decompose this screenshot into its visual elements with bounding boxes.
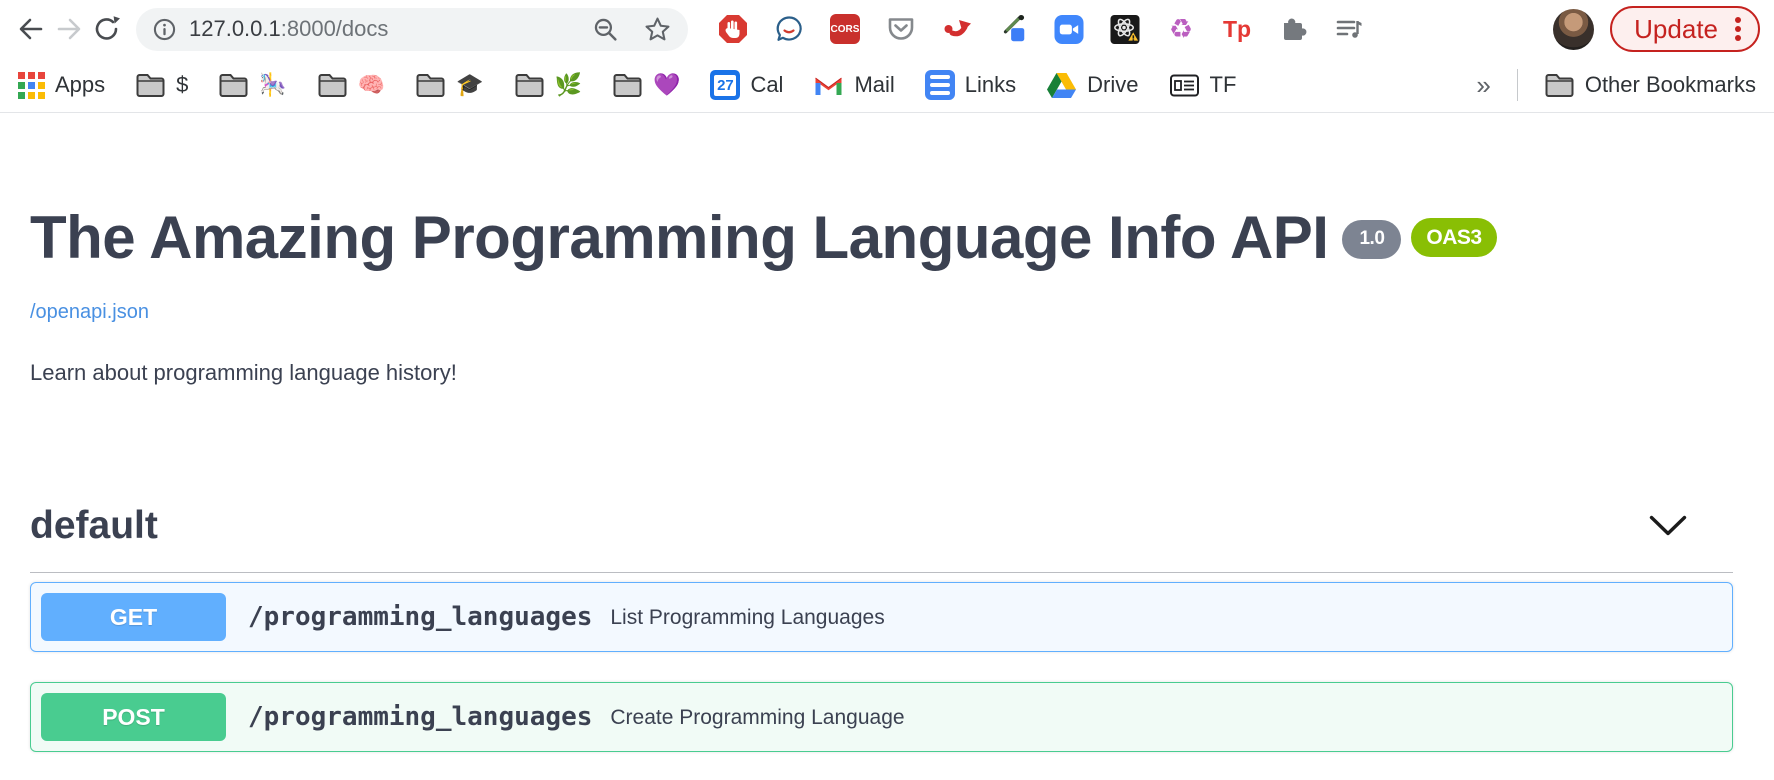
bookmark-apps[interactable]: Apps — [18, 72, 105, 99]
version-badge: 1.0 — [1342, 220, 1401, 259]
api-info-block: The Amazing Programming Language Info AP… — [30, 205, 1733, 386]
operation-summary: List Programming Languages — [610, 604, 884, 630]
section-default-header[interactable]: default — [30, 504, 1733, 548]
operation-post-programming-languages[interactable]: POST /programming_languages Create Progr… — [30, 682, 1733, 752]
address-bar[interactable]: 127.0.0.1:8000/docs — [136, 8, 688, 51]
method-badge-post: POST — [41, 693, 226, 741]
bookmark-folder-dollar[interactable]: $ — [135, 72, 188, 98]
browser-toolbar: 127.0.0.1:8000/docs — [0, 0, 1774, 58]
toolbar-right-group: Update — [1553, 6, 1760, 52]
method-badge-get: GET — [41, 593, 226, 641]
folder-icon — [415, 73, 446, 98]
bookmark-label: 🧠 — [358, 72, 385, 98]
recycle-extension-icon[interactable]: ♻ — [1166, 14, 1196, 44]
bookmark-folder-brain[interactable]: 🧠 — [317, 72, 385, 98]
bookmark-label: Other Bookmarks — [1585, 72, 1756, 98]
page-title: The Amazing Programming Language Info AP… — [30, 205, 1733, 271]
bookmark-label: TF — [1210, 72, 1237, 98]
bookmark-label: Drive — [1087, 72, 1138, 98]
music-playlist-extension-icon[interactable] — [1334, 14, 1364, 44]
chrome-update-button[interactable]: Update — [1610, 6, 1760, 52]
bookmark-label: 🎓 — [456, 72, 483, 98]
other-bookmarks-folder[interactable]: Other Bookmarks — [1544, 72, 1756, 98]
calendar-day: 27 — [714, 75, 736, 96]
colorzilla-eyedropper-icon[interactable] — [998, 14, 1028, 44]
operation-path: /programming_languages — [248, 702, 592, 732]
bookmarks-divider — [1517, 69, 1518, 101]
bookmark-label: 🎠 — [259, 72, 286, 98]
api-description: Learn about programming language history… — [30, 360, 1733, 386]
bookmarks-overflow-chevron[interactable]: » — [1476, 70, 1490, 101]
bookmark-drive[interactable]: Drive — [1046, 72, 1138, 99]
links-list-icon — [925, 70, 955, 100]
bookmark-folder-graduation[interactable]: 🎓 — [415, 72, 483, 98]
google-drive-icon — [1046, 72, 1077, 99]
bookmark-label: Cal — [750, 72, 783, 98]
bookmark-label: 💜 — [653, 72, 680, 98]
gmail-icon — [813, 73, 844, 97]
extensions-strip: CORS — [718, 14, 1364, 44]
back-button[interactable] — [12, 10, 50, 48]
reload-button[interactable] — [88, 10, 126, 48]
teleparty-extension-icon[interactable]: Tp — [1222, 14, 1252, 44]
folder-icon — [317, 73, 348, 98]
openapi-spec-link[interactable]: /openapi.json — [30, 301, 149, 324]
oas3-badge: OAS3 — [1411, 218, 1496, 257]
bookmark-label: 🌿 — [555, 72, 582, 98]
bookmark-calendar[interactable]: 27 Cal — [710, 70, 783, 100]
zoom-level-icon[interactable] — [592, 16, 619, 43]
bookmark-folder-herb[interactable]: 🌿 — [514, 72, 582, 98]
folder-icon — [135, 73, 166, 98]
url-host: 127.0.0.1 — [189, 16, 281, 41]
folder-icon — [612, 73, 643, 98]
zoom-video-extension-icon[interactable] — [1054, 14, 1084, 44]
bookmark-star-icon[interactable] — [643, 15, 672, 44]
adblock-stop-hand-icon[interactable] — [718, 14, 748, 44]
react-devtools-extension-icon[interactable] — [1110, 14, 1140, 44]
pocket-extension-icon[interactable] — [886, 14, 916, 44]
bookmark-links[interactable]: Links — [925, 70, 1016, 100]
bookmark-folder-purple-heart[interactable]: 💜 — [612, 72, 680, 98]
bookmark-folder-carousel[interactable]: 🎠 — [218, 72, 286, 98]
folder-icon — [218, 73, 249, 98]
operation-get-programming-languages[interactable]: GET /programming_languages List Programm… — [30, 582, 1733, 652]
bookmark-label: Mail — [854, 72, 894, 98]
profile-avatar[interactable] — [1553, 9, 1594, 50]
cors-extension-icon[interactable]: CORS — [830, 14, 860, 44]
chevron-down-icon[interactable] — [1649, 515, 1687, 537]
bookmark-label: Links — [965, 72, 1016, 98]
folder-icon — [514, 73, 545, 98]
google-calendar-icon: 27 — [710, 70, 740, 100]
bookmark-mail[interactable]: Mail — [813, 72, 894, 98]
operation-path: /programming_languages — [248, 602, 592, 632]
forward-arrow-icon — [53, 13, 85, 45]
bookmark-tf[interactable]: TF — [1169, 72, 1237, 98]
bookmarks-bar: Apps $ 🎠 🧠 🎓 🌿 — [0, 58, 1774, 113]
chat-bubble-extension-icon[interactable] — [774, 14, 804, 44]
operation-summary: Create Programming Language — [610, 704, 904, 730]
bookmark-label: Apps — [55, 72, 105, 98]
forward-button[interactable] — [50, 10, 88, 48]
reload-icon — [91, 13, 123, 45]
section-divider — [30, 572, 1733, 573]
section-title: default — [30, 504, 158, 548]
apps-grid-icon — [18, 72, 45, 99]
share-arrow-extension-icon[interactable] — [942, 14, 972, 44]
section-default: default GET /programming_languages List … — [30, 504, 1733, 752]
page-info-icon[interactable] — [152, 17, 177, 42]
kebab-menu-icon[interactable] — [1734, 14, 1742, 44]
url-path: :8000/docs — [281, 16, 389, 41]
bookmarks-right-group: » Other Bookmarks — [1476, 69, 1756, 101]
update-label: Update — [1634, 14, 1718, 45]
url-text: 127.0.0.1:8000/docs — [189, 16, 592, 42]
puzzle-extensions-menu-icon[interactable] — [1278, 14, 1308, 44]
folder-icon — [1544, 73, 1575, 98]
bookmark-label: $ — [176, 72, 188, 98]
tf-doc-icon — [1169, 73, 1200, 98]
back-arrow-icon — [15, 13, 47, 45]
api-title-text: The Amazing Programming Language Info AP… — [30, 204, 1328, 271]
swagger-page: The Amazing Programming Language Info AP… — [0, 205, 1774, 752]
